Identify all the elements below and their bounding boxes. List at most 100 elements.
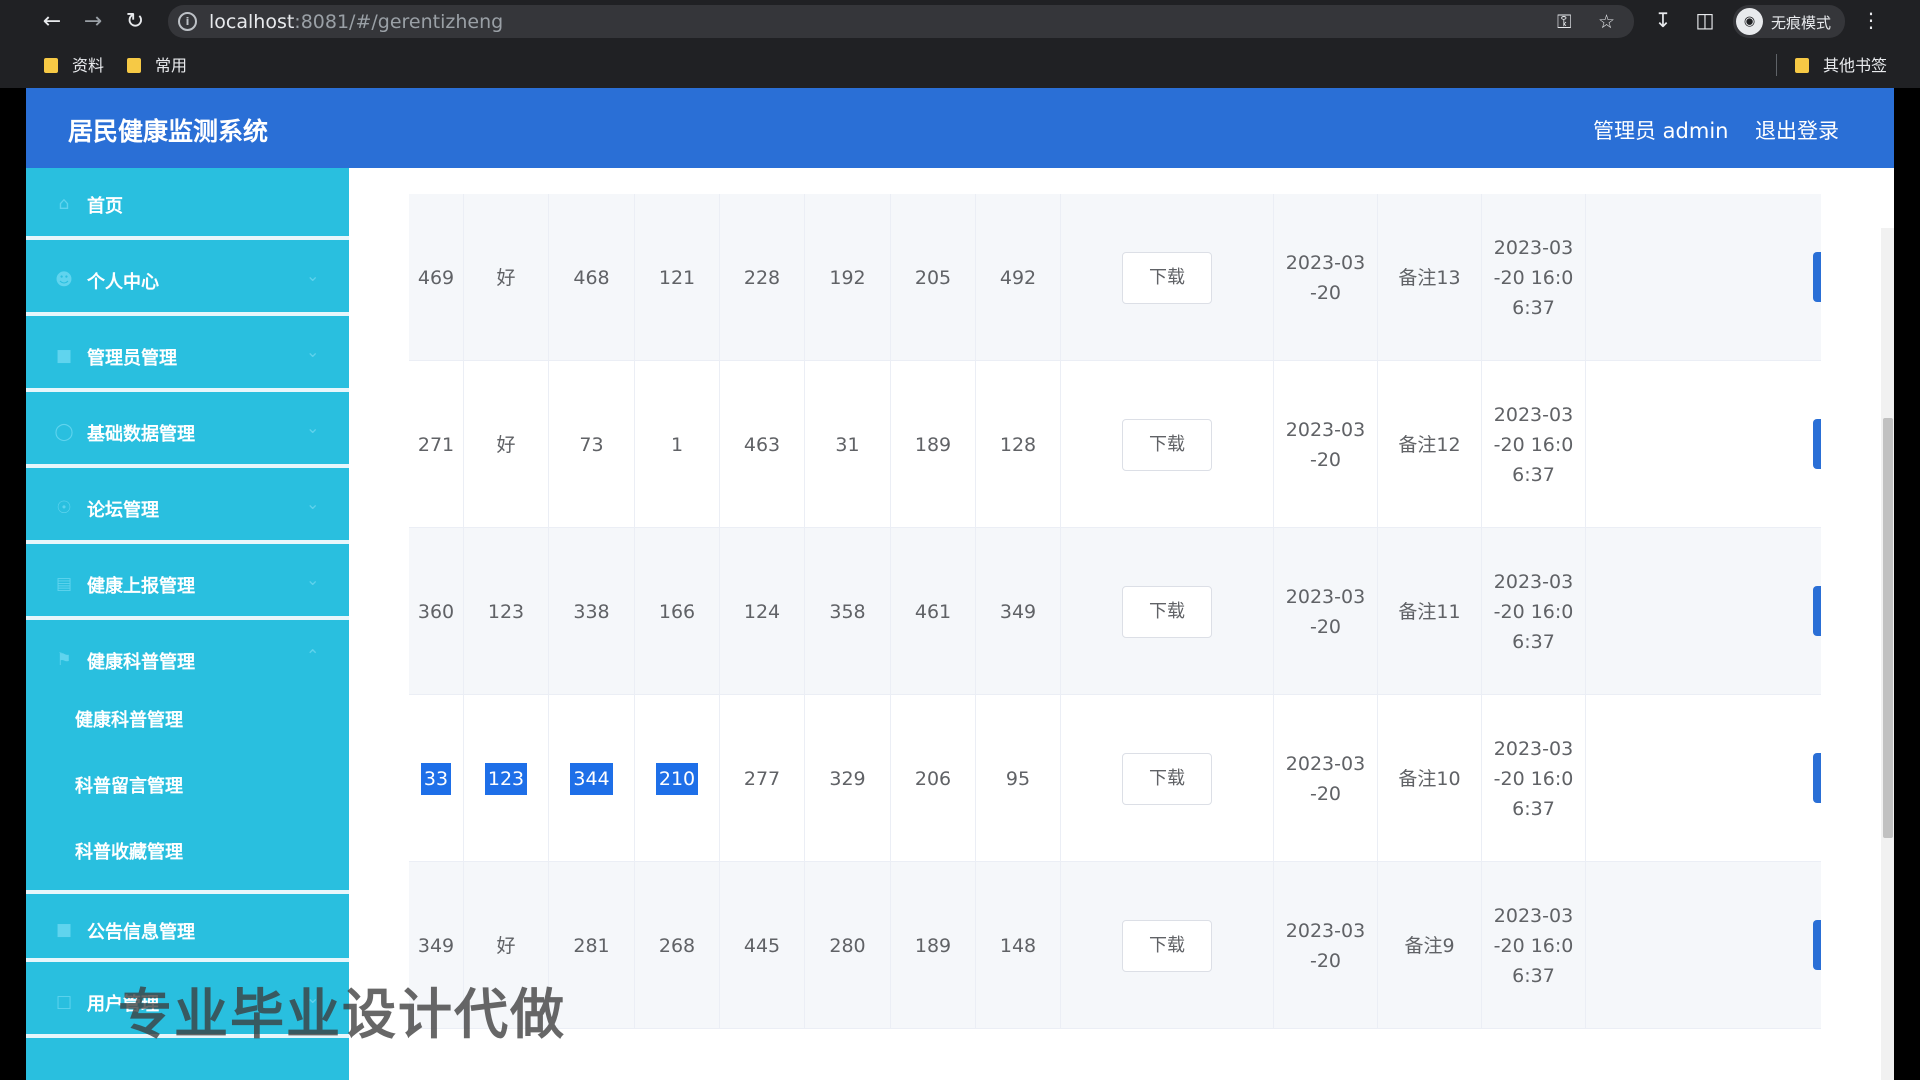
table-cell: 73 — [549, 361, 635, 528]
sidebar-item-profile[interactable]: ☻ 个人中心 ⌄ — [26, 244, 349, 316]
submenu-science-favorites[interactable]: 科普收藏管理 — [75, 838, 183, 864]
cell-value: 445 — [743, 934, 781, 957]
sidebar-item-admins[interactable]: ■ 管理员管理 ⌄ — [26, 320, 349, 392]
address-bar[interactable]: i localhost:8081/#/gerentizheng ⚿ ☆ — [168, 5, 1634, 38]
cell-value: 123 — [487, 600, 525, 623]
download-button[interactable]: 下载 — [1122, 752, 1212, 805]
user-icon: ☻ — [55, 270, 73, 290]
row-action-button[interactable] — [1813, 252, 1821, 302]
submenu-health-science[interactable]: 健康科普管理 — [75, 706, 183, 732]
note-cell: 备注13 — [1378, 194, 1482, 361]
download-icon[interactable]: ↧ — [1649, 8, 1677, 32]
logout-link[interactable]: 退出登录 — [1755, 115, 1839, 145]
notice-icon: ■ — [55, 920, 73, 940]
date-cell: 2023-03 -20 — [1274, 528, 1378, 695]
key-icon[interactable]: ⚿ — [1557, 11, 1571, 33]
table-row[interactable]: 271 好 73 1 463 31 189 128 下载 2023-03 -20 备注12 2023-… — [409, 361, 1821, 528]
vertical-scrollbar[interactable] — [1881, 228, 1894, 1080]
home-icon: ⌂ — [58, 194, 70, 214]
sidebar-item-label: 个人中心 — [87, 272, 159, 293]
folder-icon — [127, 58, 141, 73]
cell-value: 205 — [914, 266, 952, 289]
date-cell: 2023-03 -20 — [1274, 361, 1378, 528]
scrollbar-thumb[interactable] — [1883, 418, 1893, 838]
sidebar-item-health-report[interactable]: ▤ 健康上报管理 ⌄ — [26, 548, 349, 620]
incognito-badge[interactable]: ◉ 无痕模式 — [1733, 5, 1845, 38]
back-icon[interactable]: ← — [38, 8, 66, 36]
table-row[interactable]: 349 好 281 268 445 280 189 148 下载 2023-03 -20 备注9 20… — [409, 862, 1821, 1029]
sidebar-item-label: 管理员管理 — [87, 348, 177, 369]
table-cell: 123 — [464, 695, 549, 862]
cell-value: 349 — [999, 600, 1037, 623]
download-button[interactable]: 下载 — [1122, 585, 1212, 638]
sidebar: ⌂ 首页 ☻ 个人中心 ⌄ ■ 管理员管理 ⌄ ◯ 基础数据管理 ⌄ ☉ 论坛管… — [26, 168, 349, 1080]
forward-icon[interactable]: → — [79, 8, 107, 36]
bookmark-separator — [1776, 54, 1777, 76]
other-bookmarks[interactable]: 其他书签 — [1795, 52, 1887, 76]
side-panel-icon[interactable]: ◫ — [1691, 8, 1719, 32]
table-cell: 280 — [805, 862, 891, 1029]
table-cell: 31 — [805, 361, 891, 528]
star-icon[interactable]: ☆ — [1598, 11, 1615, 33]
watermark: 专业毕业设计代做 — [118, 983, 566, 1046]
timestamp-cell: 2023-03 -20 16:0 6:37 — [1482, 528, 1586, 695]
cell-value: 468 — [573, 266, 610, 289]
sidebar-item-forum[interactable]: ☉ 论坛管理 ⌄ — [26, 472, 349, 544]
date-cell: 2023-03 -20 — [1274, 862, 1378, 1029]
table-cell: 338 — [549, 528, 635, 695]
table-cell: 124 — [720, 528, 805, 695]
timestamp-cell: 2023-03 -20 16:0 6:37 — [1482, 695, 1586, 862]
row-action-button[interactable] — [1813, 920, 1821, 970]
sidebar-item-notices[interactable]: ■ 公告信息管理 — [26, 890, 349, 962]
cell-value: 124 — [743, 600, 781, 623]
incognito-label: 无痕模式 — [1771, 14, 1832, 32]
row-action-button[interactable] — [1813, 586, 1821, 636]
table-row[interactable]: 33 123 344 210 277 329 206 95 下载 2023-03 -20 备注10 2… — [409, 695, 1821, 862]
submenu-science-comments[interactable]: 科普留言管理 — [75, 772, 183, 798]
incognito-icon: ◉ — [1736, 8, 1763, 35]
table-cell: 468 — [549, 194, 635, 361]
cell-value: 121 — [658, 266, 696, 289]
folder-icon — [44, 58, 58, 73]
sidebar-item-label: 健康科普管理 — [87, 652, 195, 673]
cell-value: 329 — [829, 767, 866, 790]
cell-value: 1 — [670, 433, 684, 456]
cell-value: 349 — [417, 934, 455, 957]
site-info-icon[interactable]: i — [178, 12, 197, 31]
table-cell: 210 — [635, 695, 720, 862]
row-action-button[interactable] — [1813, 419, 1821, 469]
cell-value: 148 — [999, 934, 1037, 957]
table-cell: 下载 — [1061, 528, 1274, 695]
menu-dots-icon[interactable]: ⋮ — [1857, 8, 1885, 32]
table-cell: 469 — [409, 194, 464, 361]
cell-value: 31 — [835, 433, 860, 456]
row-action-button[interactable] — [1813, 753, 1821, 803]
table-cell: 205 — [891, 194, 976, 361]
sidebar-item-label: 基础数据管理 — [87, 424, 195, 445]
cell-value: 228 — [743, 266, 781, 289]
bookmark-folder[interactable]: 常用 — [127, 52, 187, 76]
download-button[interactable]: 下载 — [1122, 919, 1212, 972]
sidebar-item-base-data[interactable]: ◯ 基础数据管理 ⌄ — [26, 396, 349, 468]
table-row[interactable]: 360 123 338 166 124 358 461 349 下载 2023-03 -20 备注1… — [409, 528, 1821, 695]
sidebar-item-home[interactable]: ⌂ 首页 — [26, 168, 349, 240]
table-cell: 358 — [805, 528, 891, 695]
table-cell: 344 — [549, 695, 635, 862]
download-button[interactable]: 下载 — [1122, 418, 1212, 471]
table-cell: 206 — [891, 695, 976, 862]
url-text[interactable]: localhost:8081/#/gerentizheng — [209, 11, 503, 33]
app-header: 居民健康监测系统 管理员 admin 退出登录 — [26, 88, 1894, 168]
table-cell: 189 — [891, 862, 976, 1029]
table-cell: 148 — [976, 862, 1061, 1029]
date-cell: 2023-03 -20 — [1274, 695, 1378, 862]
bookmark-folder[interactable]: 资料 — [44, 52, 104, 76]
download-button[interactable]: 下载 — [1122, 251, 1212, 304]
reload-icon[interactable]: ↻ — [121, 8, 149, 36]
sidebar-item-health-science[interactable]: ⚑ 健康科普管理 ⌃ — [26, 624, 349, 696]
chevron-down-icon: ⌄ — [306, 494, 320, 513]
table-cell: 445 — [720, 862, 805, 1029]
table-cell: 166 — [635, 528, 720, 695]
table-cell: 好 — [464, 361, 549, 528]
table-row[interactable]: 469 好 468 121 228 192 205 492 下载 2023-03 -20 备注13 2… — [409, 194, 1821, 361]
table-cell: 461 — [891, 528, 976, 695]
